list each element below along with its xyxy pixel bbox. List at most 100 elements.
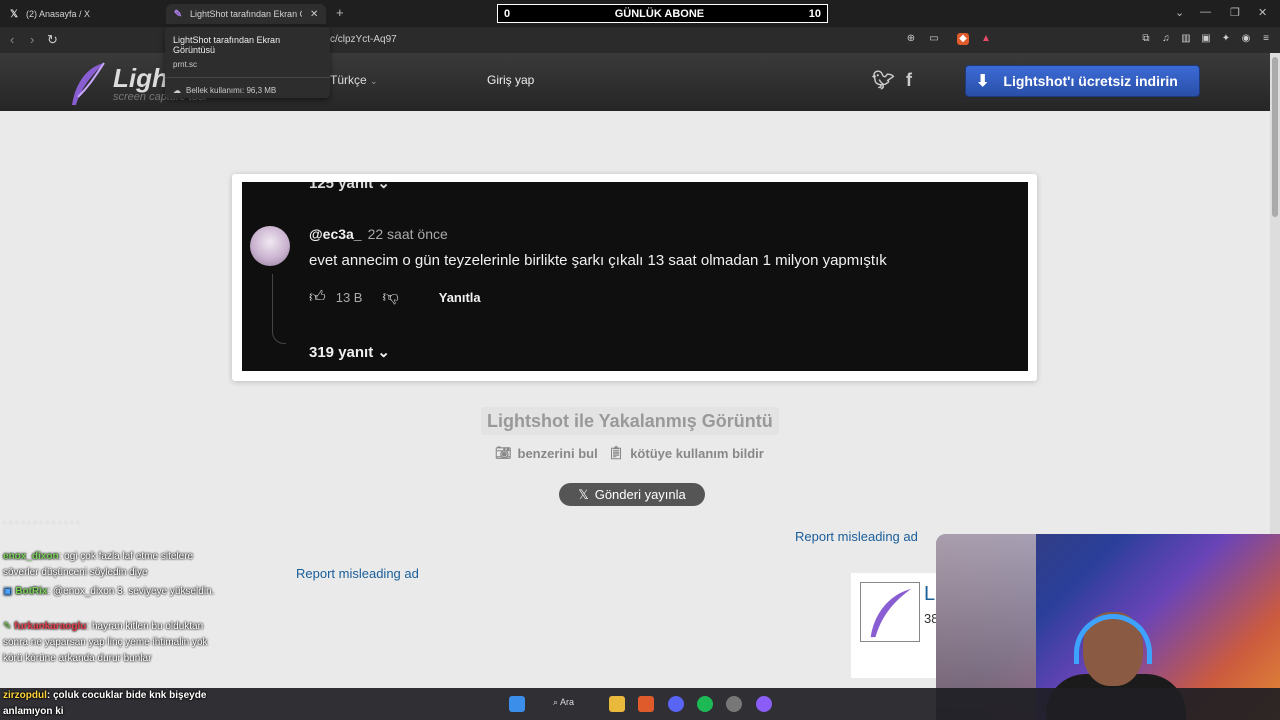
previous-replies: 125 yanıt ⌄ — [309, 182, 390, 192]
new-tab-button[interactable]: + — [336, 5, 344, 20]
x-logo-icon: 𝕏 — [9, 8, 19, 20]
previous-replies-text: 125 yanıt — [309, 182, 374, 192]
url-text: c/clpzYct-Aq97 — [330, 34, 397, 45]
dislike-icon: 👎︎ — [382, 289, 399, 306]
tooltip-title: LightShot tarafından Ekran Görüntüsü — [173, 35, 281, 55]
counter-right: 10 — [808, 7, 821, 20]
tab-label: LightShot tarafından Ekran Görü — [190, 9, 302, 19]
tab-lightshot[interactable]: ✎ LightShot tarafından Ekran Görü ✕ — [166, 4, 326, 24]
discord-icon[interactable] — [668, 696, 684, 712]
scrollbar-thumb[interactable] — [1272, 57, 1278, 217]
chat-user: furkankaraoglu — [14, 621, 87, 632]
chevron-down-icon[interactable]: ⌄ — [1175, 6, 1184, 19]
cast-icon[interactable]: ▭ — [928, 33, 940, 45]
replies-count: 319 yanıt — [309, 344, 374, 361]
image-actions: 📷︎ benzerini bul 📋︎ kötüye kullanım bildir — [495, 445, 764, 461]
close-window-icon[interactable]: ✕ — [1258, 6, 1267, 19]
comment-actions: 👍︎ 13 B 👎︎ Yanıtla — [309, 288, 481, 307]
taskbar-search-label: Ara — [560, 697, 575, 707]
chevron-down-icon: ⌄ — [370, 76, 378, 86]
clipboard-icon: 📋︎ — [607, 445, 625, 460]
language-label: Türkçe — [330, 73, 367, 87]
download-icon: ⬇ — [976, 73, 990, 90]
close-tab-icon[interactable]: ✕ — [310, 9, 318, 20]
rewards-icon[interactable]: ▲ — [980, 33, 992, 45]
feather-icon: ✎ — [173, 8, 183, 20]
chat-message: ✎ furkankaraoglu: hayran kitlen bu olduk… — [3, 619, 228, 667]
forward-icon[interactable]: › — [30, 32, 34, 47]
report-ad-link-left[interactable]: Report misleading ad — [296, 566, 419, 581]
badge-icon: ✎ — [3, 621, 12, 632]
chat-message: ▣ BotRix: @enox_dixon 3. seviyeye yüksel… — [3, 584, 228, 600]
post-on-x-button[interactable]: 𝕏 Gönderi yayınla — [559, 483, 705, 506]
tooltip-domain: prnt.sc — [173, 60, 198, 69]
brave-shield-icon[interactable]: ◆ — [957, 33, 969, 45]
find-similar-link[interactable]: 📷︎ benzerini bul — [495, 445, 598, 461]
extensions-icon[interactable]: ⧉ — [1140, 33, 1152, 45]
tooltip-divider — [165, 77, 330, 78]
spotify-icon[interactable] — [697, 696, 713, 712]
screenshot-image[interactable]: 125 yanıt ⌄ @ec3a_ 22 saat önce evet anne… — [242, 182, 1028, 371]
app-icon[interactable] — [756, 696, 772, 712]
login-link[interactable]: Giriş yap — [487, 73, 534, 87]
download-button[interactable]: ⬇ Lightshot'ı ücretsiz indirin — [965, 65, 1200, 97]
minimize-icon[interactable]: — — [1200, 6, 1211, 18]
search-icon: ⌕ — [553, 697, 561, 707]
back-icon[interactable]: ‹ — [10, 32, 14, 47]
facebook-icon[interactable]: f — [906, 70, 912, 91]
media-icon[interactable]: ♫ — [1160, 33, 1172, 45]
sidebar-icon[interactable]: ▥ — [1180, 33, 1192, 45]
brave-browser-icon[interactable] — [638, 696, 654, 712]
reply-label: Yanıtla — [438, 290, 481, 305]
tab-tooltip: LightShot tarafından Ekran Görüntüsü prn… — [165, 27, 330, 98]
file-explorer-icon[interactable] — [609, 696, 625, 712]
report-abuse-label: kötüye kullanım bildir — [630, 445, 764, 461]
screenshot-frame: 125 yanıt ⌄ @ec3a_ 22 saat önce evet anne… — [232, 174, 1037, 381]
chat-message: zirzopdul: çoluk cocuklar bide knk bişey… — [3, 688, 233, 720]
page-title: Lightshot ile Yakalanmış Görüntü — [481, 407, 779, 435]
ad-feather-icon — [860, 582, 920, 642]
memory-icon: ☁ — [173, 86, 181, 95]
language-select[interactable]: Türkçe ⌄ — [330, 73, 378, 87]
tab-label: (2) Anasayfa / X — [26, 9, 91, 19]
bot-badge-icon: ▣ — [3, 586, 13, 597]
lightshot-feather-icon[interactable] — [68, 61, 108, 107]
taskbar-search[interactable]: ⌕ Ara — [553, 697, 574, 708]
report-ad-link-right[interactable]: Report misleading ad — [795, 529, 918, 544]
thread-line — [272, 274, 286, 344]
headset-icon — [1074, 614, 1152, 664]
tooltip-memory: ☁ Bellek kullanımı: 96,3 MB — [173, 86, 322, 95]
windows-start-icon[interactable] — [509, 696, 525, 712]
like-icon: 👍︎ — [309, 289, 326, 306]
counter-left: 0 — [504, 7, 511, 20]
download-label: Lightshot'ı ücretsiz indirin — [1003, 73, 1178, 89]
chevron-down-icon: ⌄ — [377, 182, 390, 192]
restore-icon[interactable]: ❐ — [1230, 6, 1240, 19]
chevron-down-icon: ⌄ — [377, 344, 390, 361]
twitter-icon[interactable]: 🐦︎ — [872, 70, 895, 91]
zoom-icon[interactable]: ⊕ — [905, 33, 917, 45]
url-bar[interactable]: c/clpzYct-Aq97 — [300, 30, 1000, 50]
subscriber-counter: 0 GÜNLÜK ABONE 10 — [497, 4, 828, 23]
leo-icon[interactable]: ✦ — [1220, 33, 1232, 45]
tooltip-memory-text: Bellek kullanımı: 96,3 MB — [186, 86, 277, 95]
ad-title: L — [924, 583, 936, 605]
menu-icon[interactable]: ≡ — [1260, 33, 1272, 45]
comment-text: evet annecim o gün teyzelerinle birlikte… — [309, 252, 887, 269]
chat-text: : @enox_dixon 3. seviyeye yükseldin. — [47, 586, 215, 597]
replies-toggle: 319 yanıt ⌄ — [309, 343, 390, 361]
tab-x-home[interactable]: 𝕏 (2) Anasayfa / X — [8, 4, 90, 24]
chat-user: BotRix — [15, 586, 48, 597]
reload-icon[interactable]: ↻ — [47, 32, 58, 48]
find-similar-label: benzerini bul — [517, 445, 598, 461]
like-count: 13 B — [335, 290, 363, 305]
obs-icon[interactable] — [726, 696, 742, 712]
ad-box[interactable]: L 38 — [851, 573, 941, 678]
vpn-icon[interactable]: ◉ — [1240, 33, 1252, 45]
report-abuse-link[interactable]: 📋︎ kötüye kullanım bildir — [608, 445, 764, 461]
chat-message: enox_dixon: ogi çok fazla laf etme sitel… — [3, 549, 228, 581]
wallet-icon[interactable]: ▣ — [1200, 33, 1212, 45]
chat-faded-line: · · · · · · · · · · · · · — [3, 517, 80, 528]
x-logo-icon: 𝕏 — [578, 486, 589, 502]
stream-chat: · · · · · · · · · · · · · enox_dixon: og… — [0, 515, 230, 690]
